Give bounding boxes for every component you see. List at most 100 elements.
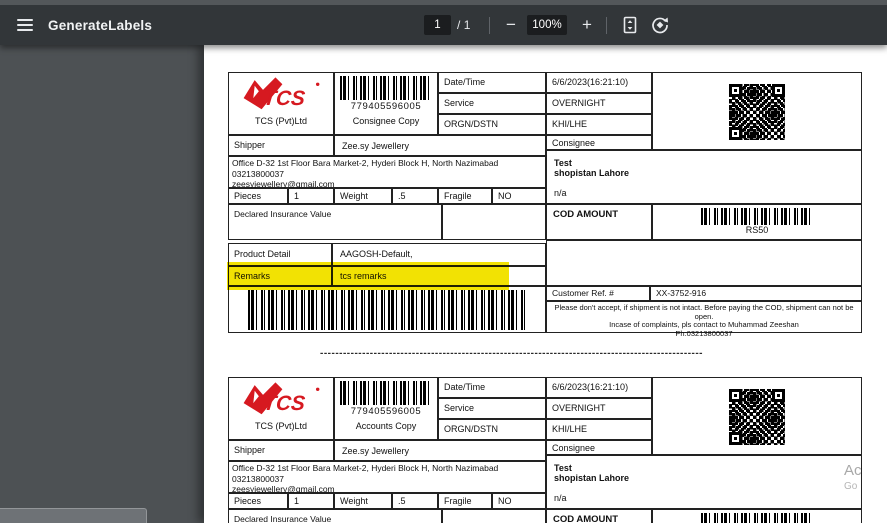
service-value: OVERNIGHT xyxy=(546,398,652,419)
weight-label: Weight xyxy=(334,493,392,509)
consignee-extra: n/a xyxy=(554,188,861,198)
address-line: Office D-32 1st Floor Bara Market-2, Hyd… xyxy=(229,463,545,474)
disclaimer-text: Ph:03213800037 xyxy=(675,329,732,338)
address-line: 03213800037 xyxy=(229,474,545,485)
address-line: 03213800037 xyxy=(229,169,545,180)
tcs-logo-icon: TCS xyxy=(239,381,323,417)
customer-ref-value: XX-3752-916 xyxy=(650,286,862,301)
weight-label: Weight xyxy=(334,188,392,204)
service-label: Service xyxy=(438,398,546,419)
zoom-level: 100% xyxy=(527,15,567,35)
consignee-cell: Test shopistan Lahore n/a xyxy=(546,455,862,509)
fragile-label: Fragile xyxy=(438,188,492,204)
page-count: / 1 xyxy=(457,5,470,45)
rotate-icon xyxy=(650,15,670,35)
tcs-logo-icon: TCS xyxy=(239,76,323,112)
empty-cell xyxy=(442,204,546,240)
shipping-label: TCS TCS (Pvt)Ltd 779405596005 Consignee … xyxy=(228,72,862,333)
fragile-value: NO xyxy=(492,188,546,204)
weight-value: .5 xyxy=(392,493,438,509)
date-time-label: Date/Time xyxy=(438,377,546,398)
shipper-value: Zee.sy Jewellery xyxy=(334,440,546,461)
tracking-barcode xyxy=(340,76,432,100)
orgn-dstn-label: ORGN/DSTN xyxy=(438,419,546,440)
cod-amount-label: COD AMOUNT xyxy=(546,509,652,523)
pieces-label: Pieces xyxy=(228,493,288,509)
fit-page-button[interactable] xyxy=(620,15,640,35)
empty-cell xyxy=(546,240,862,286)
cod-barcode-value: RS50 xyxy=(653,225,861,235)
document-title: GenerateLabels xyxy=(48,5,152,45)
zoom-out-button[interactable]: − xyxy=(500,5,522,45)
declared-insurance-label: Declared Insurance Value xyxy=(228,509,442,523)
svg-text:TCS: TCS xyxy=(262,392,306,415)
disclaimer-text: Please don't accept, if shipment is not … xyxy=(554,303,853,321)
shipper-address: Office D-32 1st Floor Bara Market-2, Hyd… xyxy=(228,156,546,188)
company-name: TCS (Pvt)Ltd xyxy=(229,421,333,431)
cod-barcode-cell: RS50 xyxy=(652,204,862,240)
date-time-value: 6/6/2023(16:21:10) xyxy=(546,377,652,398)
customer-ref-label: Customer Ref. # xyxy=(546,286,650,301)
page-number-input[interactable]: 1 xyxy=(424,15,451,35)
rotate-button[interactable] xyxy=(650,15,670,35)
shipper-label: Shipper xyxy=(228,440,334,461)
copy-type: Consignee Copy xyxy=(335,116,437,126)
tracking-barcode-cell: 779405596005 Accounts Copy xyxy=(334,377,438,440)
consignee-name: Test xyxy=(554,158,861,168)
empty-cell xyxy=(442,509,546,523)
consignee-extra: n/a xyxy=(554,493,861,503)
pieces-label: Pieces xyxy=(228,188,288,204)
orgn-dstn-label: ORGN/DSTN xyxy=(438,114,546,135)
date-time-label: Date/Time xyxy=(438,72,546,93)
consignee-city: shopistan Lahore xyxy=(554,473,861,483)
toolbar-divider xyxy=(606,17,607,34)
address-line: Office D-32 1st Floor Bara Market-2, Hyd… xyxy=(229,158,545,169)
qr-code-icon xyxy=(729,84,785,140)
consignee-cell: Test shopistan Lahore n/a xyxy=(546,150,862,204)
service-label: Service xyxy=(438,93,546,114)
consignee-label: Consignee xyxy=(546,135,652,150)
pieces-value: 1 xyxy=(288,493,334,509)
company-name: TCS (Pvt)Ltd xyxy=(229,116,333,126)
pieces-value: 1 xyxy=(288,188,334,204)
copy-separator: ----------------------------------------… xyxy=(320,348,747,360)
logo-cell: TCS TCS (Pvt)Ltd xyxy=(228,377,334,440)
shipper-value: Zee.sy Jewellery xyxy=(334,135,546,156)
tracking-number: 779405596005 xyxy=(335,101,437,112)
logo-cell: TCS TCS (Pvt)Ltd xyxy=(228,72,334,135)
qr-cell xyxy=(652,72,862,150)
orgn-dstn-value: KHI/LHE xyxy=(546,114,652,135)
orgn-dstn-value: KHI/LHE xyxy=(546,419,652,440)
pdf-page: TCS TCS (Pvt)Ltd 779405596005 Consignee … xyxy=(204,45,887,523)
date-time-value: 6/6/2023(16:21:10) xyxy=(546,72,652,93)
cod-barcode-cell: RS50 xyxy=(652,509,862,523)
main-barcode-cell xyxy=(228,286,546,333)
hamburger-icon xyxy=(17,16,33,34)
pdf-toolbar: GenerateLabels 1 / 1 − 100% + xyxy=(0,0,887,45)
shipper-address: Office D-32 1st Floor Bara Market-2, Hyd… xyxy=(228,461,546,493)
declared-insurance-label: Declared Insurance Value xyxy=(228,204,442,240)
svg-text:TCS: TCS xyxy=(262,87,306,110)
shipping-label: TCS TCS (Pvt)Ltd 779405596005 Accounts C… xyxy=(228,377,862,523)
weight-value: .5 xyxy=(392,188,438,204)
consignee-name: Test xyxy=(554,463,861,473)
toolbar-divider xyxy=(489,17,490,34)
copy-type: Accounts Copy xyxy=(335,421,437,431)
tracking-barcode-cell: 779405596005 Consignee Copy xyxy=(334,72,438,135)
fit-page-icon xyxy=(620,15,640,35)
disclaimer-cell: Please don't accept, if shipment is not … xyxy=(546,301,862,333)
cod-barcode xyxy=(701,513,813,523)
consignee-label: Consignee xyxy=(546,440,652,455)
tracking-number: 779405596005 xyxy=(335,406,437,417)
qr-cell xyxy=(652,377,862,455)
status-bubble xyxy=(0,508,147,523)
cod-amount-label: COD AMOUNT xyxy=(546,204,652,240)
cod-barcode xyxy=(701,208,813,225)
menu-button[interactable] xyxy=(12,5,38,45)
fragile-value: NO xyxy=(492,493,546,509)
service-value: OVERNIGHT xyxy=(546,93,652,114)
consignee-city: shopistan Lahore xyxy=(554,168,861,178)
zoom-in-button[interactable]: + xyxy=(576,5,598,45)
main-barcode xyxy=(248,290,526,330)
qr-code-icon xyxy=(729,389,785,445)
